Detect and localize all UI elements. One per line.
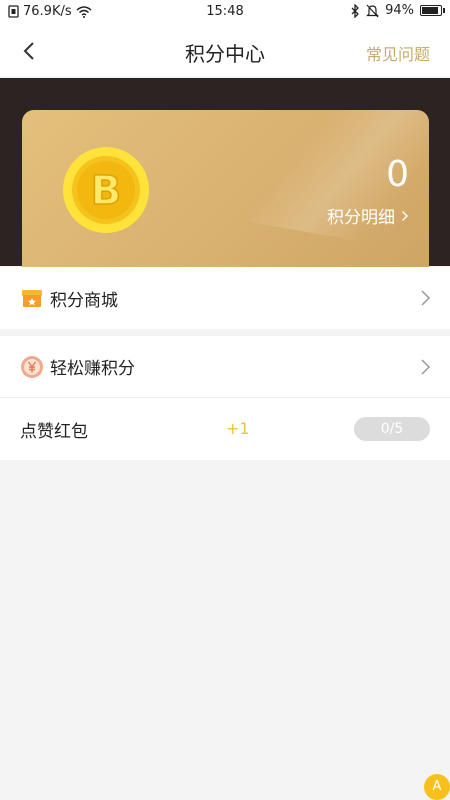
points-detail-label: 积分明细 xyxy=(327,208,395,228)
chevron-right-icon xyxy=(421,290,431,306)
task-reward: +1 xyxy=(226,419,250,438)
task-row: 点赞红包 +1 0/5 xyxy=(0,398,450,460)
mute-bell-icon xyxy=(366,4,380,17)
battery-fill xyxy=(422,7,438,14)
coin-icon: B xyxy=(63,147,149,233)
yuan-coin-icon xyxy=(21,355,43,378)
points-value: 0 xyxy=(386,154,409,195)
bluetooth-icon xyxy=(351,3,360,18)
battery-icon xyxy=(420,5,445,16)
coin-letter: B xyxy=(91,168,122,214)
points-card: B 0 积分明细 xyxy=(22,110,429,270)
points-mall-item[interactable]: 积分商城 xyxy=(0,267,450,329)
faq-link[interactable]: 常见问题 xyxy=(366,41,430,65)
status-right: 94% xyxy=(350,3,445,18)
chevron-right-icon xyxy=(402,210,408,221)
status-bar: 76.9K/s 15:48 94% xyxy=(0,0,450,24)
chevron-right-icon xyxy=(421,358,431,375)
task-name: 点赞红包 xyxy=(20,421,88,442)
floating-assistant-button[interactable]: A xyxy=(424,774,450,800)
points-mall-label: 积分商城 xyxy=(50,290,118,311)
points-detail-link[interactable]: 积分明细 xyxy=(327,203,409,228)
nav-bar: 积分中心 常见问题 xyxy=(0,24,450,78)
points-hero: B 0 积分明细 xyxy=(0,78,450,270)
earn-points-label: 轻松赚积分 xyxy=(50,359,135,379)
task-progress: 0/5 xyxy=(354,417,430,441)
earn-points-item[interactable]: 轻松赚积分 xyxy=(0,336,450,398)
battery-percent: 94% xyxy=(385,3,414,18)
shop-icon xyxy=(22,290,42,307)
